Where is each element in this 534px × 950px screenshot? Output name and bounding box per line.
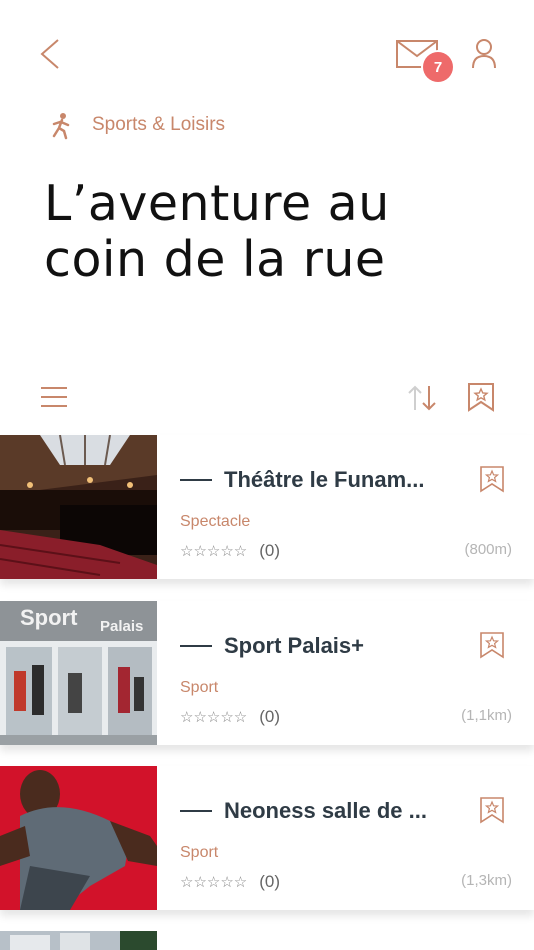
listing-title: Neoness salle de ... <box>180 798 427 824</box>
profile-button[interactable] <box>470 38 498 70</box>
listing-name: Neoness salle de ... <box>224 798 427 823</box>
store-sign-text: Palais <box>100 618 143 635</box>
title-dash <box>180 810 212 812</box>
bookmark-star-icon <box>480 466 504 493</box>
star-icon: ☆☆☆☆☆ <box>180 543 248 560</box>
bookmark-star-icon <box>480 797 504 824</box>
back-arrow-icon <box>40 39 59 69</box>
page-title: L’aventure au coin de la rue <box>44 176 504 288</box>
back-button[interactable] <box>36 36 66 72</box>
rating: ☆☆☆☆☆ (0) <box>180 707 280 727</box>
rating: ☆☆☆☆☆ (0) <box>180 872 280 892</box>
listing-title: Sport Palais+ <box>180 633 364 659</box>
listing-thumbnail <box>0 931 157 950</box>
sort-button[interactable] <box>406 384 438 412</box>
category-label: Sports & Loisirs <box>92 114 226 135</box>
menu-icon <box>41 387 67 407</box>
listing-name: Sport Palais+ <box>224 633 365 658</box>
listing-card[interactable]: Sport Palais Sport Palais+ Sport ☆☆☆☆☆ (… <box>0 601 534 745</box>
review-count: (0) <box>259 707 281 726</box>
listing-thumbnail: Sport Palais <box>0 601 157 745</box>
title-dash <box>180 479 212 481</box>
listing-title: Théâtre le Funam... <box>180 467 425 493</box>
review-count: (0) <box>259 872 281 891</box>
listing-card[interactable]: Neoness salle de ... Sport ☆☆☆☆☆ (0) (1,… <box>0 766 534 910</box>
review-count: (0) <box>259 541 281 560</box>
user-icon <box>472 39 496 69</box>
page-title-line1: L’aventure au <box>44 175 390 232</box>
listing-category: Spectacle <box>180 513 251 530</box>
listing-thumbnail <box>0 766 157 910</box>
menu-button[interactable] <box>40 385 68 409</box>
bookmark-button[interactable] <box>479 631 505 659</box>
notification-badge: 7 <box>423 52 453 82</box>
listing-card[interactable] <box>0 931 534 950</box>
listing-distance: (1,1km) <box>461 707 512 724</box>
sort-icon <box>408 385 436 411</box>
store-sign-text: Sport <box>20 605 78 630</box>
listing-distance: (800m) <box>464 541 512 558</box>
page-title-line2: coin de la rue <box>44 231 386 288</box>
star-icon: ☆☆☆☆☆ <box>180 709 248 726</box>
bookmark-button[interactable] <box>479 796 505 824</box>
listing-distance: (1,3km) <box>461 872 512 889</box>
listing-category: Sport <box>180 679 219 696</box>
favorites-filter-button[interactable] <box>467 382 495 412</box>
star-icon: ☆☆☆☆☆ <box>180 874 248 891</box>
listing-category: Sport <box>180 844 219 861</box>
bookmark-star-icon <box>468 383 494 412</box>
rating: ☆☆☆☆☆ (0) <box>180 541 280 561</box>
listing-name: Théâtre le Funam... <box>224 467 425 492</box>
bookmark-star-icon <box>480 632 504 659</box>
title-dash <box>180 645 212 647</box>
bookmark-button[interactable] <box>479 465 505 493</box>
runner-icon <box>48 112 74 140</box>
listing-card[interactable]: Théâtre le Funam... Spectacle ☆☆☆☆☆ (0) … <box>0 435 534 579</box>
listing-thumbnail <box>0 435 157 579</box>
